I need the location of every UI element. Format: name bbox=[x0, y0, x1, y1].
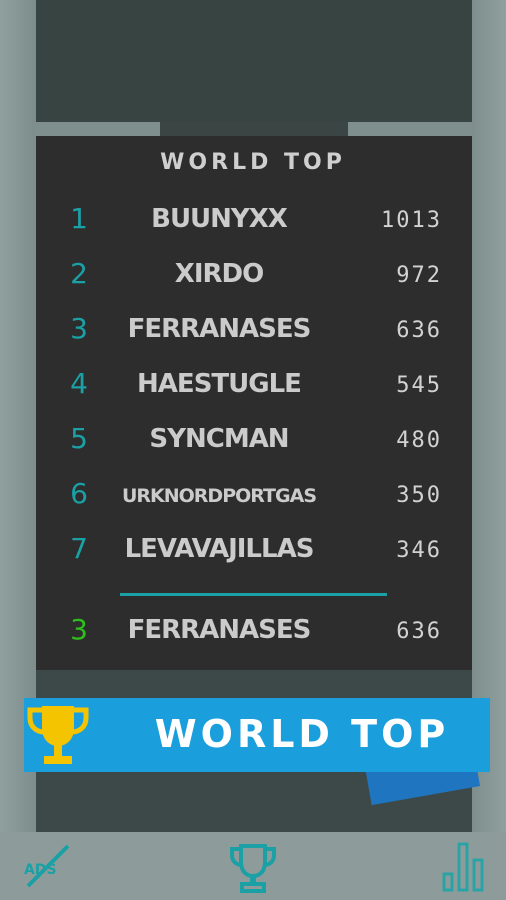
row-score: 636 bbox=[396, 318, 442, 343]
leaderboard-row: 3 FERRANASES 636 bbox=[36, 304, 472, 358]
row-rank: 6 bbox=[70, 477, 88, 510]
playfield-top bbox=[36, 0, 472, 122]
leaderboard-row: 2 XIRDO 972 bbox=[36, 249, 472, 303]
row-score: 972 bbox=[396, 263, 442, 288]
world-top-banner: WORLD TOP bbox=[24, 698, 490, 772]
row-rank: 2 bbox=[70, 257, 88, 290]
ledge-right bbox=[348, 122, 472, 136]
row-score: 480 bbox=[396, 428, 442, 453]
ads-off-icon[interactable]: ADS bbox=[20, 840, 72, 892]
row-rank: 5 bbox=[70, 422, 88, 455]
leaderboard-row: 7 LEVAVAJILLAS 346 bbox=[36, 524, 472, 578]
row-score: 350 bbox=[396, 483, 442, 508]
player-rank: 3 bbox=[70, 613, 88, 646]
player-score-row: 3 FERRANASES 636 bbox=[36, 605, 472, 659]
banner-label: WORLD TOP bbox=[154, 712, 450, 756]
row-rank: 4 bbox=[70, 367, 88, 400]
leaderboard-row: 6 URKNORDPORTGAS 350 bbox=[36, 469, 472, 523]
row-score: 545 bbox=[396, 373, 442, 398]
row-score: 1013 bbox=[381, 208, 442, 233]
row-name: BUUNYXX bbox=[151, 204, 288, 234]
bar-chart-icon[interactable] bbox=[440, 840, 490, 892]
leaderboard-row: 5 SYNCMAN 480 bbox=[36, 414, 472, 468]
leaderboard-divider bbox=[120, 593, 387, 596]
row-rank: 1 bbox=[70, 202, 88, 235]
row-name: FERRANASES bbox=[127, 314, 312, 344]
row-score: 346 bbox=[396, 538, 442, 563]
trophy-icon[interactable] bbox=[228, 842, 278, 896]
row-rank: 3 bbox=[70, 312, 88, 345]
row-name: HAESTUGLE bbox=[137, 369, 302, 399]
row-rank: 7 bbox=[70, 532, 88, 565]
player-score: 636 bbox=[396, 619, 442, 644]
ledge-left bbox=[36, 122, 160, 136]
trophy-icon bbox=[27, 706, 89, 764]
row-name: XIRDO bbox=[174, 259, 264, 289]
player-name: FERRANASES bbox=[127, 615, 312, 645]
row-name: SYNCMAN bbox=[149, 424, 289, 454]
row-name: URKNORDPORTGAS bbox=[121, 485, 317, 507]
leaderboard-row: 4 HAESTUGLE 545 bbox=[36, 359, 472, 413]
bottom-nav: ADS bbox=[0, 832, 506, 900]
leaderboard-title: WORLD TOP bbox=[160, 150, 346, 175]
row-name: LEVAVAJILLAS bbox=[124, 534, 315, 564]
leaderboard-row: 1 BUUNYXX 1013 bbox=[36, 194, 472, 248]
